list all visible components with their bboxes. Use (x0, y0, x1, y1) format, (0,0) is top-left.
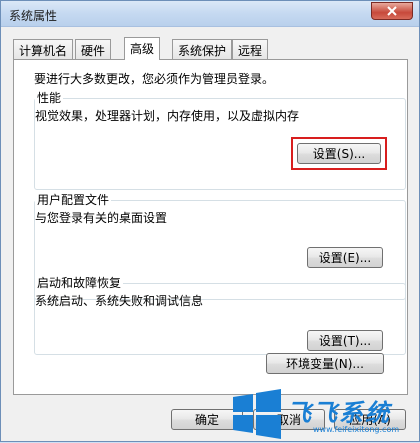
startup-recovery-settings-button[interactable]: 设置(T)... (307, 330, 383, 351)
window-title: 系统属性 (9, 9, 58, 23)
user-profiles-description: 与您登录有关的桌面设置 (35, 211, 168, 225)
tab-system-protection[interactable]: 系统保护 (172, 39, 233, 59)
environment-variables-button[interactable]: 环境变量(N)... (266, 353, 384, 374)
title-bar[interactable]: 系统属性 (1, 1, 419, 27)
startup-recovery-description: 系统启动、系统失败和调试信息 (35, 294, 204, 308)
system-properties-window: 系统属性 计算机名 硬件 高级 系统保护 远程 要进行大多数更改，您必须作为管理… (0, 0, 420, 442)
user-profiles-title: 用户配置文件 (35, 191, 112, 208)
windows-logo-icon (233, 389, 281, 439)
advanced-tab-panel: 要进行大多数更改，您必须作为管理员登录。 性能 视觉效果，处理器计划，内存使用，… (13, 59, 408, 395)
brand-name: 飞飞系统 (287, 399, 391, 427)
tab-computer-name[interactable]: 计算机名 (13, 39, 74, 59)
close-icon (387, 6, 397, 16)
watermark: 飞飞系统 www.feifeixitong.com (227, 383, 420, 443)
tab-advanced[interactable]: 高级 (124, 37, 161, 60)
performance-group: 性能 视觉效果，处理器计划，内存使用，以及虚拟内存 设置(S)... (34, 89, 406, 190)
close-button[interactable] (371, 2, 413, 20)
user-profiles-settings-button[interactable]: 设置(E)... (307, 247, 383, 268)
performance-description: 视觉效果，处理器计划，内存使用，以及虚拟内存 (35, 109, 300, 123)
startup-recovery-group: 启动和故障恢复 系统启动、系统失败和调试信息 设置(T)... (34, 274, 406, 355)
admin-notice: 要进行大多数更改，您必须作为管理员登录。 (34, 72, 275, 86)
performance-title: 性能 (35, 89, 64, 106)
startup-recovery-title: 启动和故障恢复 (35, 274, 124, 291)
tab-remote[interactable]: 远程 (232, 39, 269, 59)
performance-settings-button[interactable]: 设置(S)... (297, 143, 381, 164)
brand-url: www.feifeixitong.com (313, 425, 400, 434)
tab-strip: 计算机名 硬件 高级 系统保护 远程 (13, 37, 413, 60)
tab-hardware[interactable]: 硬件 (75, 39, 112, 59)
